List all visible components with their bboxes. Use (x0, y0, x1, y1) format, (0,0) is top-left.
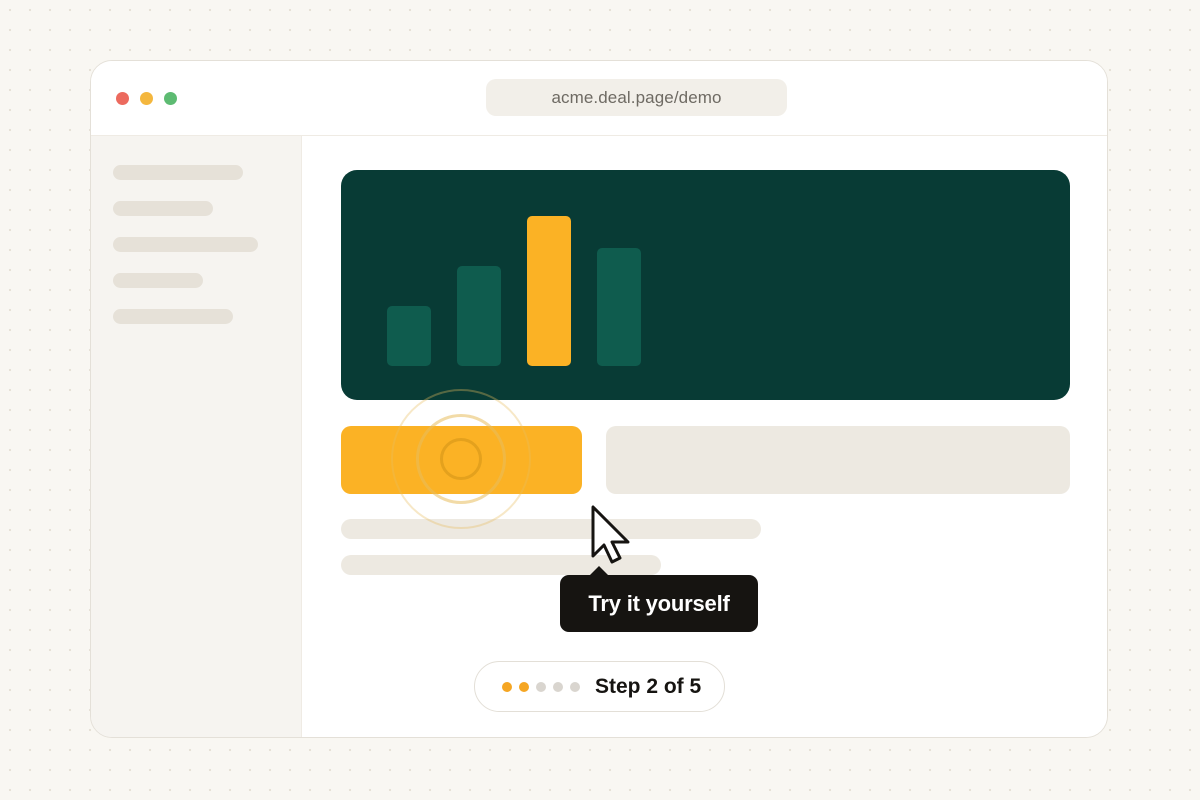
sidebar-item-placeholder[interactable] (113, 273, 203, 288)
step-label: Step 2 of 5 (595, 674, 702, 698)
title-bar: acme.deal.page/demo (91, 61, 1107, 136)
browser-window: acme.deal.page/demo (90, 60, 1108, 738)
sidebar (91, 136, 302, 737)
hero-chart-card (341, 170, 1070, 400)
chart-bar (527, 216, 571, 366)
text-placeholder-line (341, 519, 761, 539)
step-dot (536, 681, 546, 692)
chart-bar (387, 306, 431, 366)
click-ripple-inner (440, 438, 482, 480)
sidebar-item-placeholder[interactable] (113, 237, 258, 252)
step-dot (570, 681, 580, 692)
step-dots (502, 681, 587, 692)
pointer-arrow-icon (591, 505, 630, 564)
try-it-tooltip: Try it yourself (560, 575, 758, 632)
chart-bar (457, 266, 501, 366)
step-indicator: Step 2 of 5 (474, 661, 725, 712)
maximize-window-icon[interactable] (164, 92, 177, 105)
step-dot (553, 681, 563, 692)
secondary-placeholder-block (606, 426, 1070, 494)
step-dot (502, 681, 512, 692)
close-window-icon[interactable] (116, 92, 129, 105)
sidebar-item-placeholder[interactable] (113, 201, 213, 216)
chart-bar (597, 248, 641, 366)
address-bar[interactable]: acme.deal.page/demo (486, 79, 787, 116)
step-dot (519, 681, 529, 692)
minimize-window-icon[interactable] (140, 92, 153, 105)
sidebar-item-placeholder[interactable] (113, 165, 243, 180)
sidebar-item-placeholder[interactable] (113, 309, 233, 324)
